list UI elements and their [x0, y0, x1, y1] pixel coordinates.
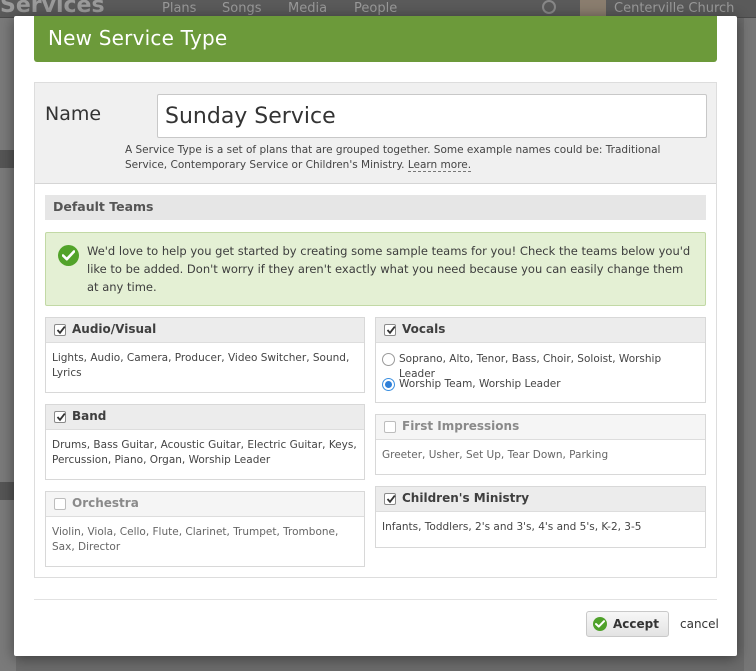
- team-header: Vocals: [376, 318, 705, 343]
- name-section: Name A Service Type is a set of plans th…: [35, 83, 716, 184]
- team-name: Children's Ministry: [402, 491, 530, 505]
- team-header: Orchestra: [46, 492, 364, 517]
- background-nav-songs: Songs: [222, 1, 262, 16]
- dialog-header: New Service Type: [34, 16, 717, 62]
- background-strip: [0, 150, 14, 168]
- background-strip: [0, 482, 14, 500]
- sample-teams-notice: We'd love to help you get started by cre…: [45, 232, 706, 306]
- background-nav-people: People: [354, 1, 398, 16]
- default-teams-header: Default Teams: [45, 195, 706, 220]
- team-card-childrens-ministry: Children's Ministry Infants, Toddlers, 2…: [375, 486, 706, 548]
- team-header: Children's Ministry: [376, 487, 705, 512]
- notice-text: We'd love to help you get started by cre…: [87, 244, 691, 294]
- cancel-link[interactable]: cancel: [680, 617, 719, 631]
- team-name: Vocals: [402, 322, 446, 336]
- help-text: A Service Type is a set of plans that ar…: [125, 144, 661, 171]
- team-checkbox-band[interactable]: [54, 411, 66, 423]
- team-card-audio-visual: Audio/Visual Lights, Audio, Camera, Prod…: [45, 317, 365, 393]
- team-positions: Lights, Audio, Camera, Producer, Video S…: [52, 352, 350, 379]
- new-service-type-dialog: New Service Type Name A Service Type is …: [14, 16, 737, 656]
- check-circle-icon: [593, 617, 607, 631]
- team-card-band: Band Drums, Bass Guitar, Acoustic Guitar…: [45, 404, 365, 480]
- vocals-option-full[interactable]: Soprano, Alto, Tenor, Bass, Choir, Soloi…: [382, 352, 699, 380]
- name-help-text: A Service Type is a set of plans that ar…: [125, 143, 705, 173]
- team-positions: Drums, Bass Guitar, Acoustic Guitar, Ele…: [52, 439, 357, 466]
- background-nav-plans: Plans: [162, 1, 197, 16]
- radio-button[interactable]: [382, 353, 395, 366]
- team-positions: Infants, Toddlers, 2's and 3's, 4's and …: [382, 521, 642, 533]
- team-name: Band: [72, 409, 107, 423]
- team-checkbox-childrens-ministry[interactable]: [384, 493, 396, 505]
- team-positions: Greeter, Usher, Set Up, Tear Down, Parki…: [382, 449, 609, 461]
- name-label: Name: [45, 103, 102, 125]
- option-label: Soprano, Alto, Tenor, Bass, Choir, Soloi…: [399, 353, 662, 380]
- background-right-panel: [744, 18, 756, 671]
- radio-button-selected[interactable]: [382, 378, 395, 391]
- team-checkbox-orchestra[interactable]: [54, 498, 66, 510]
- background-search-icon: [542, 0, 556, 14]
- team-header: Audio/Visual: [46, 318, 364, 343]
- background-org-name: Centerville Church: [614, 1, 735, 16]
- team-header: Band: [46, 405, 364, 430]
- team-card-orchestra: Orchestra Violin, Viola, Cello, Flute, C…: [45, 491, 365, 567]
- check-circle-icon: [58, 245, 79, 266]
- team-name: Orchestra: [72, 496, 139, 510]
- team-checkbox-vocals[interactable]: [384, 324, 396, 336]
- team-header: First Impressions: [376, 415, 705, 440]
- vocals-option-worship-team[interactable]: Worship Team, Worship Leader: [382, 377, 699, 402]
- vocals-options: Soprano, Alto, Tenor, Bass, Choir, Soloi…: [376, 343, 705, 409]
- background-nav-media: Media: [288, 1, 328, 16]
- service-type-name-input[interactable]: [157, 94, 707, 138]
- learn-more-link[interactable]: Learn more.: [407, 159, 472, 172]
- team-checkbox-audio-visual[interactable]: [54, 324, 66, 336]
- team-positions: Violin, Viola, Cello, Flute, Clarinet, T…: [52, 526, 339, 553]
- team-card-vocals: Vocals Soprano, Alto, Tenor, Bass, Choir…: [375, 317, 706, 403]
- accept-label: Accept: [613, 617, 659, 631]
- team-name: Audio/Visual: [72, 322, 157, 336]
- dialog-content: Name A Service Type is a set of plans th…: [34, 82, 717, 578]
- dialog-title: New Service Type: [48, 26, 228, 50]
- team-card-first-impressions: First Impressions Greeter, Usher, Set Up…: [375, 414, 706, 475]
- team-checkbox-first-impressions[interactable]: [384, 421, 396, 433]
- team-name: First Impressions: [402, 419, 520, 433]
- accept-button[interactable]: Accept: [586, 611, 669, 637]
- option-label: Worship Team, Worship Leader: [399, 378, 561, 390]
- footer-divider: [34, 599, 717, 600]
